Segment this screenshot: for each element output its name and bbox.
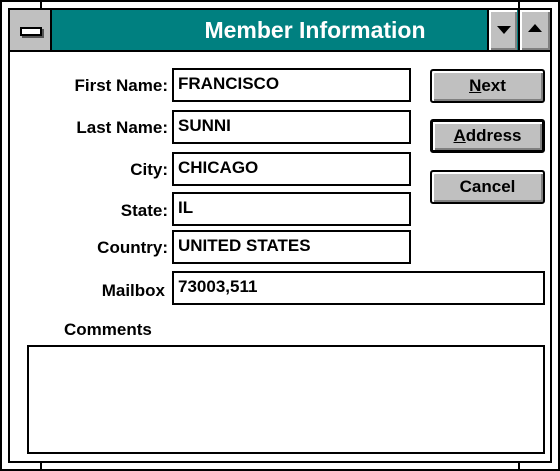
last-name-field[interactable]: SUNNI: [172, 110, 411, 144]
state-field[interactable]: IL: [172, 192, 411, 226]
mailbox-field[interactable]: 73003,511: [172, 271, 545, 305]
address-button-mnemonic: A: [453, 126, 466, 145]
frame-corner-tick: [40, 0, 42, 8]
minimize-button[interactable]: [487, 10, 517, 50]
country-label: Country:: [97, 238, 168, 257]
next-button[interactable]: Next: [430, 69, 545, 103]
last-name-label: Last Name:: [76, 118, 168, 137]
country-field[interactable]: UNITED STATES: [172, 230, 411, 264]
next-button-label: ext: [481, 76, 506, 95]
minimize-triangle-icon: [497, 26, 511, 34]
system-menu-button[interactable]: [10, 10, 52, 52]
mailbox-label: Mailbox: [101, 281, 165, 300]
first-name-label: First Name:: [74, 76, 168, 95]
next-button-mnemonic: N: [469, 76, 482, 95]
maximize-triangle-icon: [528, 24, 542, 32]
window-title: Member Information: [204, 17, 426, 43]
comments-label: Comments: [64, 320, 152, 339]
maximize-button[interactable]: [518, 10, 550, 50]
frame-corner-tick: [518, 463, 520, 471]
address-button[interactable]: Address: [430, 119, 545, 153]
first-name-field[interactable]: FRANCISCO: [172, 68, 411, 102]
member-information-window: Member Information First Name: FRANCISCO…: [0, 0, 560, 471]
city-field[interactable]: CHICAGO: [172, 152, 411, 186]
system-menu-icon: [20, 27, 42, 36]
city-label: City:: [130, 160, 168, 179]
window-bottom-border: [10, 461, 550, 463]
frame-corner-tick: [518, 0, 520, 8]
frame-corner-tick: [40, 463, 42, 471]
address-button-label: ddress: [465, 126, 522, 145]
comments-textarea[interactable]: [27, 345, 545, 454]
state-label: State:: [120, 201, 168, 220]
cancel-button[interactable]: Cancel: [430, 170, 545, 204]
